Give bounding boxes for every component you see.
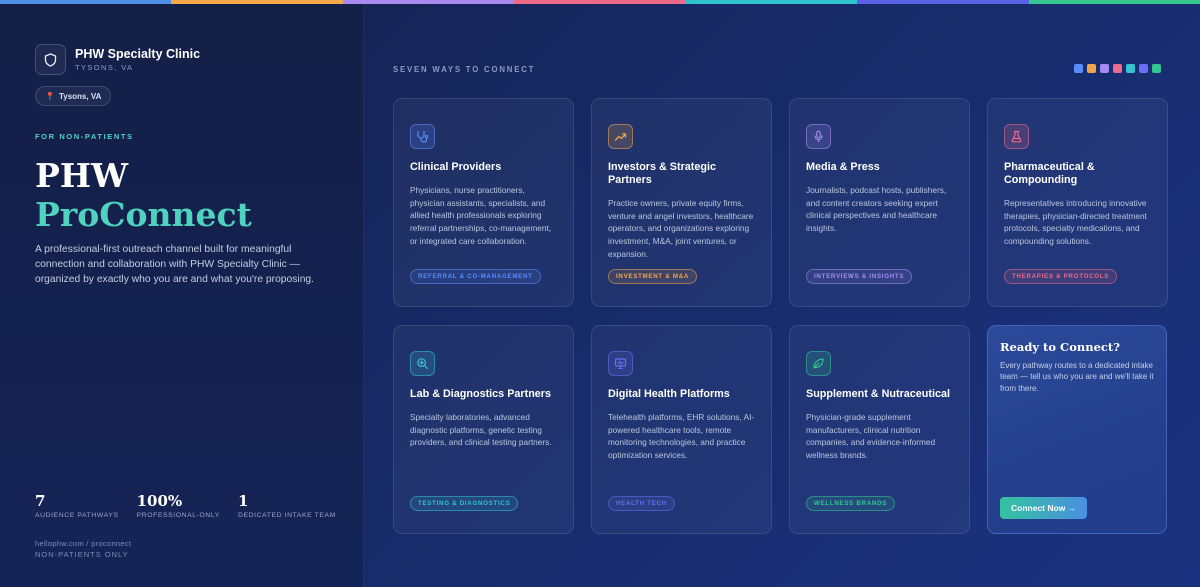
accent-segment bbox=[1028, 0, 1200, 4]
stat-label: AUDIENCE PATHWAYS bbox=[35, 512, 119, 519]
card-body: Representatives introducing innovative t… bbox=[1004, 198, 1147, 247]
card-supplement[interactable]: Supplement & Nutraceutical Physician-gra… bbox=[789, 325, 970, 534]
stat-value: 100% bbox=[136, 492, 183, 510]
card-digital-health[interactable]: Digital Health Platforms Telehealth plat… bbox=[591, 325, 772, 534]
stat-label: PROFESSIONAL-ONLY bbox=[136, 512, 220, 519]
stat-label: DEDICATED INTAKE TEAM bbox=[237, 512, 336, 519]
card-body: Telehealth platforms, EHR solutions, AI-… bbox=[608, 412, 755, 461]
pathway-dot[interactable] bbox=[1087, 64, 1096, 73]
monitor-icon bbox=[608, 351, 633, 376]
cta-card: Ready to Connect? Every pathway routes t… bbox=[987, 325, 1167, 534]
hero-eyebrow: FOR NON-PATIENTS bbox=[35, 132, 134, 141]
accent-segment bbox=[342, 0, 515, 4]
card-tag: INVESTMENT & M&A bbox=[608, 269, 698, 284]
pathway-dot[interactable] bbox=[1100, 64, 1109, 73]
stat-item: 100% PROFESSIONAL-ONLY bbox=[137, 492, 220, 519]
connect-now-button[interactable]: Connect Now → bbox=[1000, 497, 1088, 519]
cta-body: Every pathway routes to a dedicated inta… bbox=[1000, 361, 1154, 393]
footer-note: NON-PATIENTS ONLY bbox=[35, 550, 129, 559]
footer: hellophw.com / proconnect NON-PATIENTS O… bbox=[35, 538, 131, 560]
card-body: Physician-grade supplement manufacturers… bbox=[806, 412, 936, 461]
pathway-dot[interactable] bbox=[1113, 64, 1122, 73]
page-title: PHW ProConnect bbox=[35, 156, 252, 234]
stethoscope-icon bbox=[410, 124, 435, 149]
card-title: Media & Press bbox=[806, 161, 880, 173]
card-lab-diagnostics[interactable]: Lab & Diagnostics Partners Specialty lab… bbox=[393, 325, 574, 534]
accent-segment bbox=[857, 0, 1029, 4]
card-tag: REFERRAL & CO-MANAGEMENT bbox=[410, 269, 541, 284]
card-title: Clinical Providers bbox=[410, 161, 502, 173]
section-title: SEVEN WAYS TO CONNECT bbox=[393, 65, 536, 74]
card-body: Physicians, nurse practitioners, physici… bbox=[410, 185, 552, 246]
card-tag: WELLNESS BRANDS bbox=[806, 496, 896, 511]
location-pill: 📍 Tysons, VA bbox=[35, 86, 112, 106]
stat-value: 1 bbox=[237, 492, 249, 510]
card-tag: INTERVIEWS & INSIGHTS bbox=[806, 269, 913, 284]
card-pharmaceutical[interactable]: Pharmaceutical & Compounding Representat… bbox=[987, 98, 1168, 307]
card-tag: TESTING & DIAGNOSTICS bbox=[410, 496, 519, 511]
pathway-dot[interactable] bbox=[1152, 64, 1161, 73]
card-title: Lab & Diagnostics Partners bbox=[410, 388, 551, 400]
title-line-1: PHW bbox=[35, 156, 129, 195]
card-body: Specialty laboratories, advanced diagnos… bbox=[410, 412, 552, 448]
left-panel: PHW Specialty Clinic TYSONS, VA 📍 Tysons… bbox=[0, 4, 364, 587]
accent-segment bbox=[514, 0, 686, 4]
card-tag: THERAPIES & PROTOCOLS bbox=[1004, 269, 1118, 284]
trending-up-icon bbox=[608, 124, 633, 149]
pathway-dot[interactable] bbox=[1126, 64, 1135, 73]
pathway-dot[interactable] bbox=[1139, 64, 1148, 73]
stat-item: 7 AUDIENCE PATHWAYS bbox=[35, 492, 119, 519]
stat-item: 1 DEDICATED INTAKE TEAM bbox=[238, 492, 336, 519]
card-media-press[interactable]: Media & Press Journalists, podcast hosts… bbox=[789, 98, 970, 307]
card-title: Supplement & Nutraceutical bbox=[806, 388, 950, 400]
brand-name: PHW Specialty Clinic bbox=[75, 46, 201, 61]
location-pill-label: Tysons, VA bbox=[58, 91, 102, 101]
pin-icon: 📍 bbox=[45, 91, 55, 101]
card-clinical-providers[interactable]: Clinical Providers Physicians, nurse pra… bbox=[393, 98, 574, 307]
stat-value: 7 bbox=[35, 492, 46, 510]
brand[interactable]: PHW Specialty Clinic TYSONS, VA bbox=[35, 44, 200, 75]
card-tag: HEALTH TECH bbox=[608, 496, 675, 511]
leaf-icon bbox=[806, 351, 831, 376]
pathway-dot[interactable] bbox=[1074, 64, 1083, 73]
card-body: Journalists, podcast hosts, publishers, … bbox=[806, 185, 947, 234]
card-title: Investors & Strategic Partners bbox=[608, 161, 717, 186]
magnifier-icon bbox=[410, 351, 435, 376]
accent-segment bbox=[685, 0, 858, 4]
shield-icon bbox=[35, 44, 66, 75]
stats-row: 7 AUDIENCE PATHWAYS 100% PROFESSIONAL-ON… bbox=[35, 492, 354, 519]
brand-location: TYSONS, VA bbox=[75, 62, 134, 72]
hero-description: A professional-first outreach channel bu… bbox=[35, 244, 315, 285]
card-title: Pharmaceutical & Compounding bbox=[1004, 161, 1095, 186]
card-body: Practice owners, private equity firms, v… bbox=[608, 198, 754, 259]
footer-url[interactable]: hellophw.com / proconnect bbox=[35, 538, 131, 549]
pathway-dots bbox=[1074, 64, 1161, 73]
cta-title: Ready to Connect? bbox=[1000, 340, 1120, 354]
title-line-2: ProConnect bbox=[35, 195, 252, 234]
flask-icon bbox=[1004, 124, 1029, 149]
microphone-icon bbox=[806, 124, 831, 149]
card-investors[interactable]: Investors & Strategic Partners Practice … bbox=[591, 98, 772, 307]
card-title: Digital Health Platforms bbox=[608, 388, 730, 400]
